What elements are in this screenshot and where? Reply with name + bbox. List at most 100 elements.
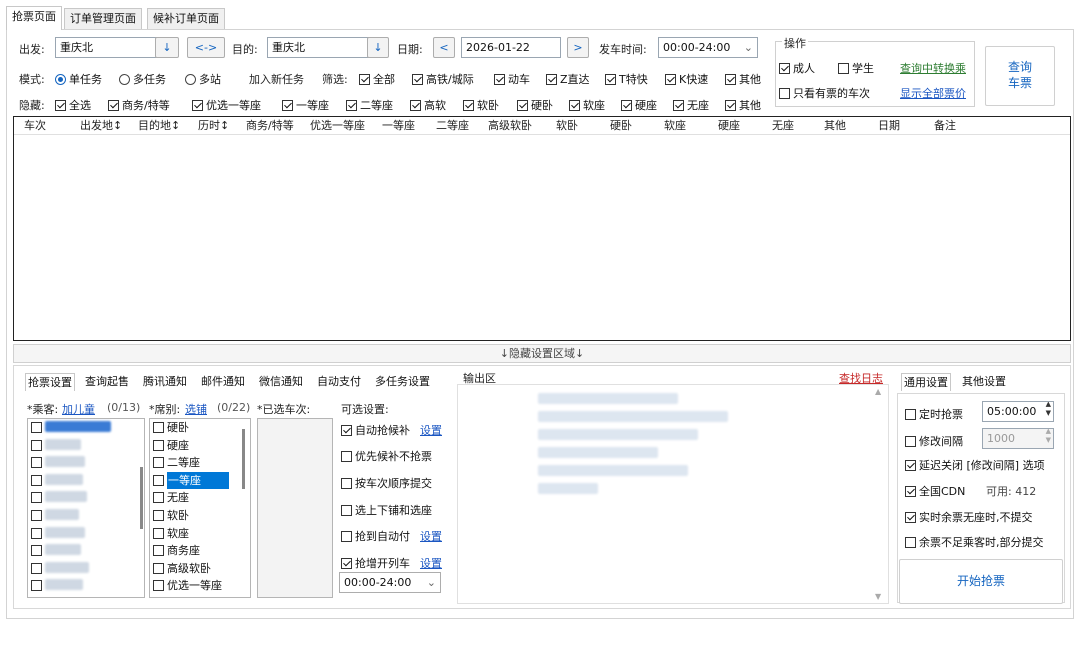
seat-item[interactable]: 硬卧 [150, 419, 250, 437]
list-item[interactable] [28, 560, 144, 578]
seat-item[interactable]: 无座 [150, 489, 250, 507]
tab-email-notify[interactable]: 邮件通知 [199, 373, 247, 391]
hide-other-checkbox[interactable]: 其他 [725, 97, 761, 113]
hide-all-checkbox[interactable]: 全选 [55, 97, 91, 113]
tab-other-settings[interactable]: 其他设置 [960, 373, 1008, 391]
list-item[interactable] [28, 437, 144, 455]
col-business[interactable]: 商务/特等 [246, 117, 294, 134]
extra-trains-checkbox[interactable]: 抢增开列车 [341, 555, 410, 571]
col-duration[interactable]: 历时↕ [198, 117, 229, 134]
time-range-select[interactable]: 00:00-24:00 ⌄ [339, 572, 441, 593]
hide-no-seat-checkbox[interactable]: 无座 [673, 97, 709, 113]
tab-waitlist-orders[interactable]: 候补订单页面 [147, 8, 225, 30]
prefer-waitlist-checkbox[interactable]: 优先候补不抢票 [341, 448, 432, 464]
query-tickets-button[interactable]: 查询 车票 [985, 46, 1055, 106]
from-station-input[interactable]: 重庆北 [55, 37, 157, 58]
next-date-button[interactable]: > [567, 37, 589, 58]
filter-other-checkbox[interactable]: 其他 [725, 71, 761, 87]
add-child-link[interactable]: 加儿童 [62, 401, 95, 417]
spinner-icon[interactable]: ▲ ▼ [1046, 402, 1051, 418]
filter-gaotie-checkbox[interactable]: 高铁/城际 [412, 71, 474, 87]
tab-general-settings[interactable]: 通用设置 [901, 373, 951, 391]
output-area[interactable]: ▲ ▼ [457, 384, 889, 604]
adult-checkbox[interactable]: 成人 [779, 60, 815, 76]
realtime-no-seat-checkbox[interactable]: 实时余票无座时,不提交 [905, 509, 1033, 525]
scroll-down-icon[interactable]: ▼ [875, 592, 881, 601]
tab-auto-pay[interactable]: 自动支付 [315, 373, 363, 391]
auto-waitlist-checkbox[interactable]: 自动抢候补 [341, 422, 410, 438]
extra-trains-settings-link[interactable]: 设置 [420, 555, 442, 571]
timed-grab-checkbox[interactable]: 定时抢票 [905, 406, 963, 422]
filter-all-checkbox[interactable]: 全部 [359, 71, 395, 87]
col-depart[interactable]: 出发地↕ [80, 117, 122, 134]
passenger-scrollbar[interactable] [140, 467, 143, 529]
list-item[interactable] [28, 454, 144, 472]
tab-wechat-notify[interactable]: 微信通知 [257, 373, 305, 391]
student-checkbox[interactable]: 学生 [838, 60, 874, 76]
filter-k-checkbox[interactable]: K快速 [665, 71, 708, 87]
filter-z-checkbox[interactable]: Z直达 [546, 71, 590, 87]
depart-time-select[interactable]: 00:00-24:00 ⌄ [658, 37, 758, 58]
mode-single-radio[interactable]: 单任务 [55, 71, 102, 87]
filter-t-checkbox[interactable]: T特快 [605, 71, 648, 87]
list-item[interactable] [28, 419, 144, 437]
from-dropdown-button[interactable]: ↓ [155, 37, 179, 58]
output-scrollbar[interactable]: ▲ ▼ [872, 387, 886, 601]
seat-scrollbar[interactable] [242, 429, 245, 489]
list-item[interactable] [28, 507, 144, 525]
col-no-seat[interactable]: 无座 [772, 117, 794, 134]
seat-item[interactable]: 高级软卧 [150, 560, 250, 578]
tab-query-sale[interactable]: 查询起售 [83, 373, 131, 391]
col-deluxe-sleeper[interactable]: 高级软卧 [488, 117, 532, 134]
tab-order-management[interactable]: 订单管理页面 [64, 8, 142, 30]
col-first-class[interactable]: 一等座 [382, 117, 415, 134]
choose-berth-link[interactable]: 选铺 [185, 401, 207, 417]
hide-high-soft-checkbox[interactable]: 高软 [410, 97, 446, 113]
hide-second-class-checkbox[interactable]: 二等座 [346, 97, 393, 113]
national-cdn-checkbox[interactable]: 全国CDN [905, 483, 965, 499]
filter-dongche-checkbox[interactable]: 动车 [494, 71, 530, 87]
col-remarks[interactable]: 备注 [934, 117, 956, 134]
timed-grab-time-input[interactable]: 05:00:00 ▲ ▼ [982, 401, 1054, 422]
auto-pay-settings-link[interactable]: 设置 [420, 528, 442, 544]
mode-multi-radio[interactable]: 多任务 [119, 71, 166, 87]
choose-berth-seat-checkbox[interactable]: 选上下铺和选座 [341, 502, 432, 518]
list-item[interactable] [28, 525, 144, 543]
auto-waitlist-settings-link[interactable]: 设置 [420, 422, 442, 438]
partial-submit-checkbox[interactable]: 余票不足乘客时,部分提交 [905, 534, 1044, 550]
passenger-list[interactable] [27, 418, 145, 598]
hide-premium-first-checkbox[interactable]: 优选一等座 [192, 97, 261, 113]
seat-item[interactable]: 商务座 [150, 542, 250, 560]
tab-grab-settings[interactable]: 抢票设置 [25, 373, 75, 391]
add-task-button[interactable]: 加入新任务 [249, 71, 304, 87]
col-hard-seat[interactable]: 硬座 [718, 117, 740, 134]
col-arrive[interactable]: 目的地↕ [138, 117, 180, 134]
list-item[interactable] [28, 577, 144, 595]
prev-date-button[interactable]: < [433, 37, 455, 58]
submit-by-order-checkbox[interactable]: 按车次顺序提交 [341, 475, 432, 491]
hide-first-class-checkbox[interactable]: 一等座 [282, 97, 329, 113]
mode-multi-station-radio[interactable]: 多站 [185, 71, 221, 87]
tab-multitask-settings[interactable]: 多任务设置 [373, 373, 432, 391]
show-all-prices-link[interactable]: 显示全部票价 [900, 85, 966, 101]
tab-tencent-notify[interactable]: 腾讯通知 [141, 373, 189, 391]
to-dropdown-button[interactable]: ↓ [367, 37, 389, 58]
col-soft-sleeper[interactable]: 软卧 [556, 117, 578, 134]
hide-hard-sleeper-checkbox[interactable]: 硬卧 [517, 97, 553, 113]
hide-hard-seat-checkbox[interactable]: 硬座 [621, 97, 657, 113]
modify-interval-checkbox[interactable]: 修改间隔 [905, 433, 963, 449]
col-hard-sleeper[interactable]: 硬卧 [610, 117, 632, 134]
swap-stations-button[interactable]: <-> [187, 37, 225, 58]
start-grab-button[interactable]: 开始抢票 [899, 559, 1063, 604]
date-input[interactable]: 2026-01-22 [461, 37, 561, 58]
selected-trains-list[interactable] [257, 418, 333, 598]
delay-close-checkbox[interactable]: 延迟关闭 [修改间隔] 选项 [905, 457, 1045, 473]
hide-settings-splitter[interactable]: ↓隐藏设置区域↓ [13, 344, 1071, 363]
to-station-input[interactable]: 重庆北 [267, 37, 369, 58]
seat-item[interactable]: 软卧 [150, 507, 250, 525]
col-other[interactable]: 其他 [824, 117, 846, 134]
hide-soft-seat-checkbox[interactable]: 软座 [569, 97, 605, 113]
only-with-ticket-checkbox[interactable]: 只看有票的车次 [779, 85, 870, 101]
list-item[interactable] [28, 542, 144, 560]
seat-item-selected[interactable]: 一等座 [150, 471, 250, 490]
